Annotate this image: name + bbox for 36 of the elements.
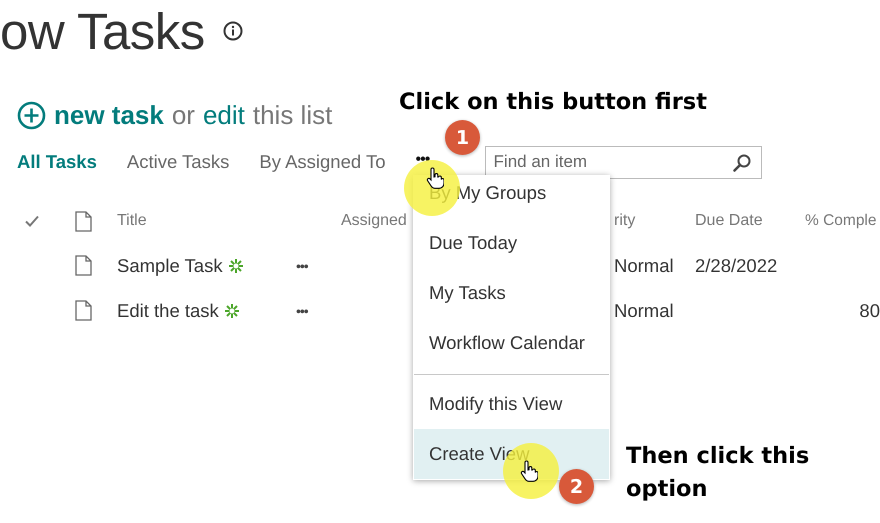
view-tab[interactable]: All Tasks	[17, 151, 97, 173]
view-tab[interactable]: By Assigned To	[259, 151, 386, 173]
column-header[interactable]: rity	[614, 212, 695, 230]
task-title-link[interactable]: Edit the task	[117, 300, 219, 322]
table-cell-text: 2/28/2022	[695, 254, 778, 276]
add-icon[interactable]	[17, 101, 46, 130]
item-menu-button[interactable]: •••	[296, 302, 341, 318]
this-list-text: this list	[252, 100, 332, 131]
page-title: ow Tasks	[0, 6, 205, 56]
info-icon[interactable]	[222, 21, 243, 41]
menu-item[interactable]: Modify this View	[414, 379, 609, 429]
column-header[interactable]: % Comple	[805, 212, 880, 230]
column-header[interactable]: Due Date	[695, 212, 805, 230]
menu-item[interactable]: Workflow Calendar	[414, 318, 609, 368]
view-tab[interactable]: Active Tasks	[126, 151, 230, 173]
menu-item[interactable]: Due Today	[414, 218, 609, 268]
edit-link[interactable]: edit	[202, 100, 245, 131]
table-cell-text: Normal	[614, 300, 675, 322]
column-header[interactable]: Title	[117, 212, 296, 230]
step-badge: 1	[445, 120, 480, 155]
document-icon	[75, 255, 92, 276]
instruction-text: Click on this button first	[399, 88, 708, 117]
new-task-link[interactable]: new task	[54, 100, 164, 131]
instruction-text: Then click this option	[626, 442, 810, 504]
checkmark-icon[interactable]	[25, 215, 39, 227]
or-text: or	[172, 100, 195, 131]
search-field[interactable]: Find an item	[484, 146, 762, 178]
search-icon[interactable]	[732, 152, 752, 172]
table-cell-text: 80	[858, 300, 880, 322]
task-title-link[interactable]: Sample Task	[117, 254, 223, 276]
table-cell-text: Normal	[614, 254, 675, 276]
step-badge: 2	[559, 469, 594, 504]
menu-item[interactable]: My Tasks	[414, 268, 609, 318]
document-icon	[75, 300, 92, 321]
item-menu-button[interactable]: •••	[296, 258, 341, 274]
document-icon	[75, 210, 92, 232]
